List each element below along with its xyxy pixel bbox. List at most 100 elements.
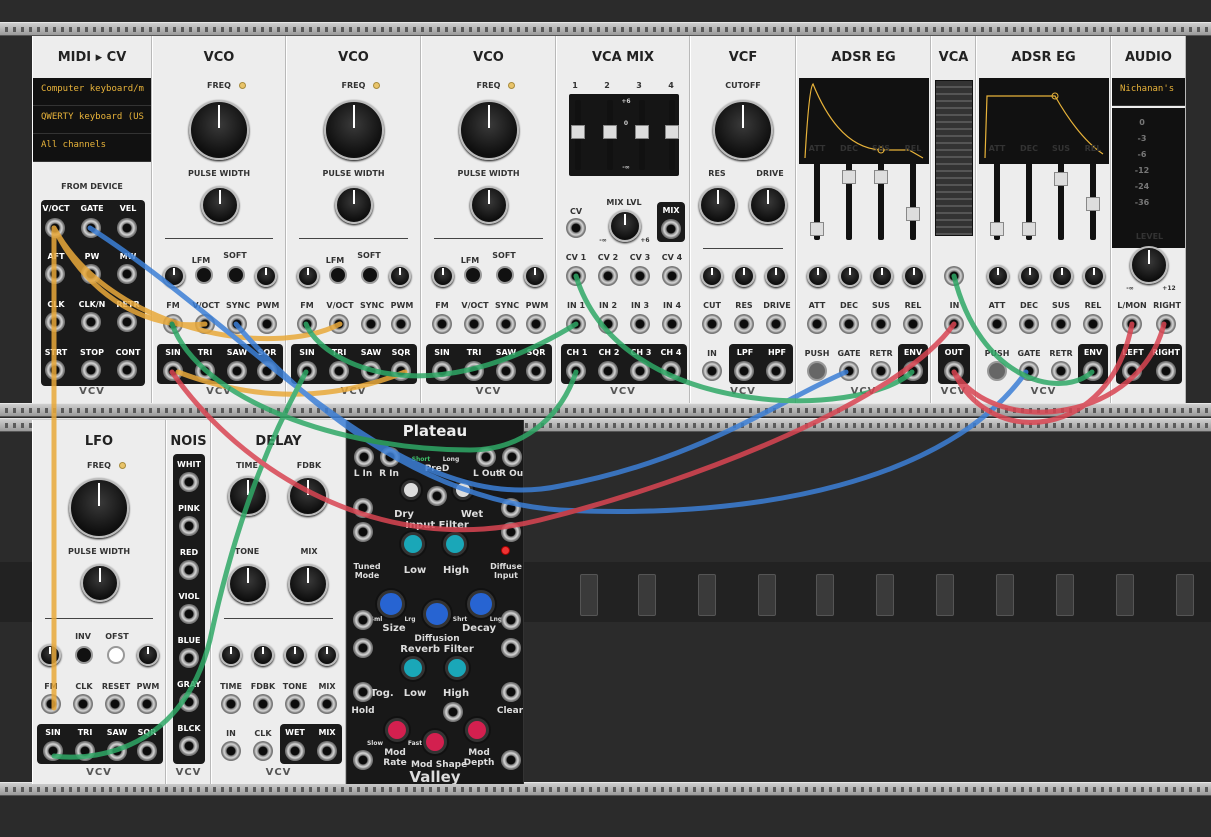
pw-out-jack[interactable] [81,264,101,284]
dec-cv-knob[interactable] [1019,265,1041,287]
blue-out-jack[interactable] [179,648,199,668]
pulse-width-knob[interactable] [81,564,119,602]
size-cv-jack[interactable] [353,610,373,630]
mix-knob[interactable] [288,564,328,604]
level-slider-4[interactable] [665,100,679,170]
sync-in-jack[interactable] [496,314,516,334]
in3-jack[interactable] [630,314,650,334]
pwm-knob[interactable] [137,644,159,666]
input-high-cv-jack[interactable] [501,522,521,542]
push-button[interactable] [807,361,827,381]
rel-cv-in-jack[interactable] [1083,314,1103,334]
inv-switch[interactable] [75,646,93,664]
reverb-low-knob[interactable] [401,656,425,680]
voct-in-jack[interactable] [195,314,215,334]
res-cv-knob[interactable] [733,265,755,287]
sqr-out-jack[interactable] [391,361,411,381]
in1-jack[interactable] [566,314,586,334]
l-in-jack[interactable] [354,447,374,467]
level-slider-2[interactable] [603,100,617,170]
att-cv-in-jack[interactable] [987,314,1007,334]
sus-slider[interactable] [874,162,888,240]
lpf-out-jack[interactable] [734,361,754,381]
dec-cv-knob[interactable] [839,265,861,287]
white-out-jack[interactable] [179,472,199,492]
pwm-in-jack[interactable] [137,694,157,714]
mw-out-jack[interactable] [117,264,137,284]
saw-out-jack[interactable] [227,361,247,381]
reset-in-jack[interactable] [105,694,125,714]
res-knob[interactable] [699,186,737,224]
pwm-knob[interactable] [389,265,411,287]
env-out-jack[interactable] [1083,361,1103,381]
rel-cv-in-jack[interactable] [903,314,923,334]
retr-in-jack[interactable] [1051,361,1071,381]
audio-in-jack[interactable] [221,741,241,761]
lfm-switch[interactable] [329,266,347,284]
fm-knob[interactable] [163,265,185,287]
clk-in-jack[interactable] [73,694,93,714]
cut-cv-knob[interactable] [701,265,723,287]
ch3-out-jack[interactable] [630,361,650,381]
att-slider[interactable] [990,162,1004,240]
wet-out-jack[interactable] [285,741,305,761]
time-knob[interactable] [228,476,268,516]
mix-out-jack[interactable] [661,219,681,239]
dec-slider[interactable] [1022,162,1036,240]
gate-in-jack[interactable] [839,361,859,381]
cv3-in-jack[interactable] [630,266,650,286]
pwm-in-jack[interactable] [391,314,411,334]
tone-cv-knob[interactable] [284,644,306,666]
ch2-out-jack[interactable] [598,361,618,381]
pwm-in-jack[interactable] [526,314,546,334]
diffuse-input-led[interactable] [501,546,510,555]
mod-rate-cv-jack[interactable] [353,750,373,770]
fm-in-jack[interactable] [297,314,317,334]
soft-switch[interactable] [361,266,379,284]
dec-slider[interactable] [842,162,856,240]
fm-in-jack[interactable] [432,314,452,334]
black-out-jack[interactable] [179,736,199,756]
saw-out-jack[interactable] [496,361,516,381]
att-cv-knob[interactable] [807,265,829,287]
audio-in-jack[interactable] [944,314,964,334]
freq-knob[interactable] [69,478,129,538]
r-out-jack[interactable] [502,447,522,467]
mix-cv-knob[interactable] [316,644,338,666]
wet-cv-jack[interactable] [501,498,521,518]
sus-slider[interactable] [1054,162,1068,240]
ch1-out-jack[interactable] [566,361,586,381]
aft-out-jack[interactable] [45,264,65,284]
sus-cv-knob[interactable] [871,265,893,287]
sqr-out-jack[interactable] [526,361,546,381]
freq-knob[interactable] [189,100,249,160]
level-slider-1[interactable] [571,100,585,170]
drive-cv-in-jack[interactable] [766,314,786,334]
drive-cv-knob[interactable] [765,265,787,287]
decay-knob[interactable] [467,590,495,618]
rel-slider[interactable] [1086,162,1100,240]
mix-level-knob[interactable] [609,210,641,242]
cut-cv-in-jack[interactable] [702,314,722,334]
att-cv-in-jack[interactable] [807,314,827,334]
freq-knob[interactable] [324,100,384,160]
mod-shape-knob[interactable] [423,730,447,754]
att-slider[interactable] [810,162,824,240]
sus-cv-in-jack[interactable] [1051,314,1071,334]
reverb-high-knob[interactable] [445,656,469,680]
mix-cv-in-jack[interactable] [566,218,586,238]
tri-out-jack[interactable] [464,361,484,381]
fdbk-cv-knob[interactable] [252,644,274,666]
midi-device-select[interactable]: QWERTY keyboard (US [33,106,151,134]
push-button[interactable] [987,361,1007,381]
sqr-out-jack[interactable] [257,361,277,381]
mod-depth-cv-jack[interactable] [501,750,521,770]
cv4-in-jack[interactable] [662,266,682,286]
size-knob[interactable] [377,590,405,618]
vel-out-jack[interactable] [117,218,137,238]
input-low-knob[interactable] [401,532,425,556]
saw-out-jack[interactable] [107,741,127,761]
drive-knob[interactable] [749,186,787,224]
env-out-jack[interactable] [903,361,923,381]
voct-in-jack[interactable] [464,314,484,334]
